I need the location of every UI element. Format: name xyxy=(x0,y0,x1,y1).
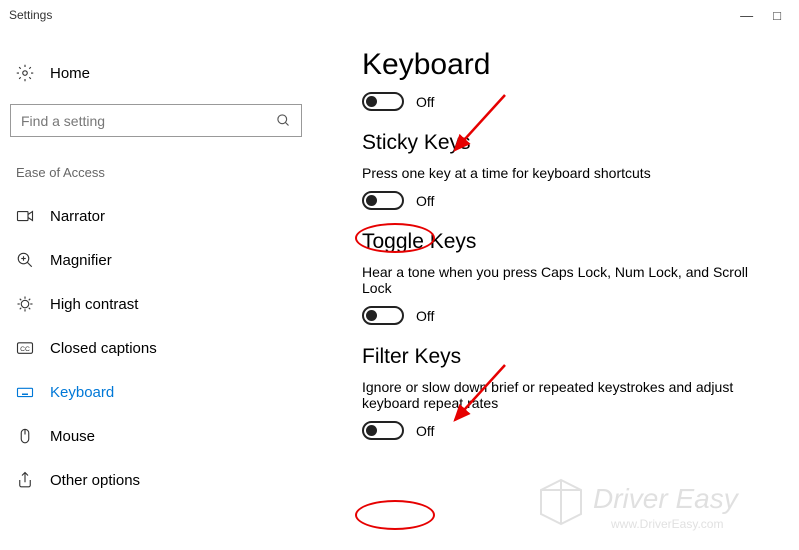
section-desc-toggle-keys: Hear a tone when you press Caps Lock, Nu… xyxy=(362,264,779,296)
narrator-icon xyxy=(16,207,34,225)
home-label: Home xyxy=(50,65,90,82)
sidebar-item-magnifier[interactable]: Magnifier xyxy=(10,238,302,282)
sidebar-item-label: Mouse xyxy=(50,428,95,445)
sidebar-item-label: Narrator xyxy=(50,208,105,225)
toggle-keys-toggle-label: Off xyxy=(416,308,434,324)
search-input[interactable] xyxy=(11,113,265,129)
search-input-container[interactable] xyxy=(10,104,302,137)
section-heading-toggle-keys: Toggle Keys xyxy=(362,230,779,254)
sidebar-item-narrator[interactable]: Narrator xyxy=(10,194,302,238)
window-title: Settings xyxy=(9,8,52,22)
sidebar-item-closed-captions[interactable]: CC Closed captions xyxy=(10,326,302,370)
sidebar: Home Ease of Access Narrator Magnifier xyxy=(0,30,312,550)
sidebar-item-high-contrast[interactable]: High contrast xyxy=(10,282,302,326)
section-desc-filter-keys: Ignore or slow down brief or repeated ke… xyxy=(362,379,779,411)
sidebar-item-other-options[interactable]: Other options xyxy=(10,458,302,502)
sidebar-item-label: Magnifier xyxy=(50,252,112,269)
sidebar-item-mouse[interactable]: Mouse xyxy=(10,414,302,458)
sidebar-section-label: Ease of Access xyxy=(10,165,302,180)
high-contrast-icon xyxy=(16,295,34,313)
keyboard-main-toggle-row: Off xyxy=(362,92,779,111)
home-link[interactable]: Home xyxy=(10,60,302,86)
closed-captions-icon: CC xyxy=(16,339,34,357)
maximize-button[interactable]: □ xyxy=(773,8,781,23)
filter-keys-toggle-label: Off xyxy=(416,423,434,439)
gear-icon xyxy=(16,64,34,82)
titlebar: Settings — □ xyxy=(0,0,799,30)
section-heading-filter-keys: Filter Keys xyxy=(362,345,779,369)
search-icon[interactable] xyxy=(265,113,301,128)
filter-keys-toggle[interactable] xyxy=(362,421,404,440)
sidebar-item-keyboard[interactable]: Keyboard xyxy=(10,370,302,414)
sticky-keys-toggle-row: Off xyxy=(362,191,779,210)
mouse-icon xyxy=(16,427,34,445)
content-area: Keyboard Off Sticky Keys Press one key a… xyxy=(312,30,799,550)
sidebar-item-label: High contrast xyxy=(50,296,138,313)
keyboard-main-toggle-label: Off xyxy=(416,94,434,110)
page-title: Keyboard xyxy=(362,48,779,82)
toggle-keys-toggle[interactable] xyxy=(362,306,404,325)
magnifier-icon xyxy=(16,251,34,269)
sticky-keys-toggle[interactable] xyxy=(362,191,404,210)
svg-text:CC: CC xyxy=(20,346,30,353)
filter-keys-toggle-row: Off xyxy=(362,421,779,440)
keyboard-icon xyxy=(16,383,34,401)
section-desc-sticky-keys: Press one key at a time for keyboard sho… xyxy=(362,165,779,181)
export-icon xyxy=(16,471,34,489)
toggle-keys-toggle-row: Off xyxy=(362,306,779,325)
window-controls: — □ xyxy=(740,8,791,23)
sidebar-item-label: Closed captions xyxy=(50,340,157,357)
section-heading-sticky-keys: Sticky Keys xyxy=(362,131,779,155)
minimize-button[interactable]: — xyxy=(740,8,753,23)
sticky-keys-toggle-label: Off xyxy=(416,193,434,209)
keyboard-main-toggle[interactable] xyxy=(362,92,404,111)
sidebar-item-label: Keyboard xyxy=(50,384,114,401)
sidebar-item-label: Other options xyxy=(50,472,140,489)
